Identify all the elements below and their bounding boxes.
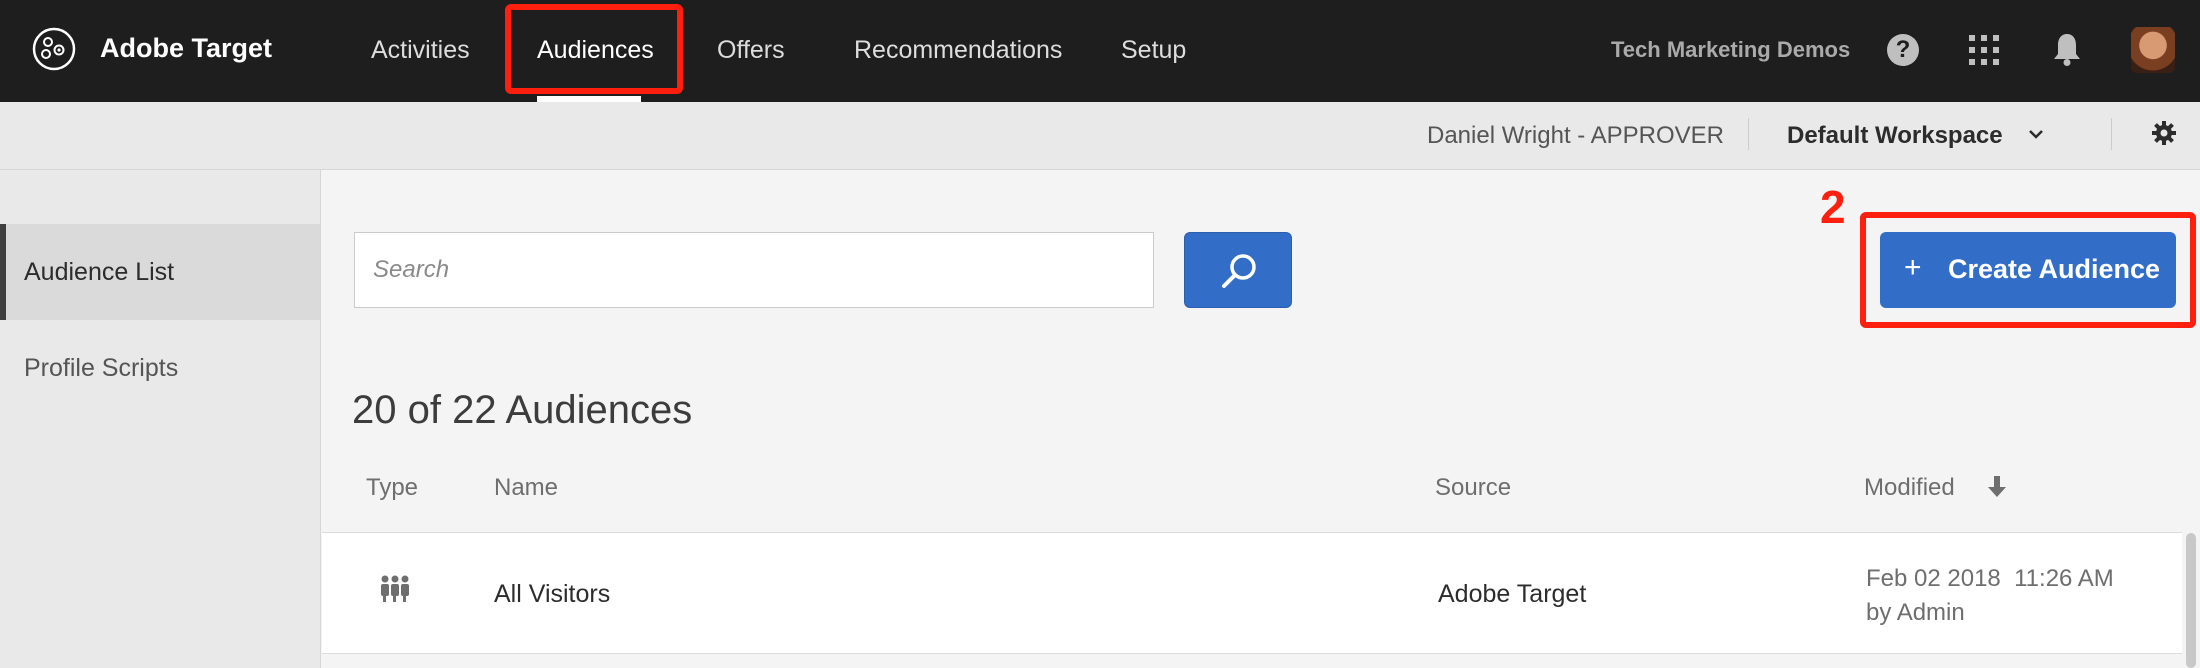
sidebar-item-profile-scripts[interactable]: Profile Scripts [0, 320, 320, 416]
sort-descending-icon[interactable] [1986, 474, 2008, 500]
divider [1748, 118, 1749, 150]
search-button[interactable] [1184, 232, 1292, 308]
nav-activities[interactable]: Activities [371, 36, 470, 65]
plus-icon: + [1904, 251, 1922, 284]
adobe-target-logo-icon [32, 27, 76, 71]
create-audience-button[interactable]: + Create Audience [1880, 232, 2176, 308]
create-audience-label: Create Audience [1948, 254, 2161, 284]
annotation-box-audiences [505, 4, 683, 94]
top-nav-bar: Adobe Target Activities Audiences Offers… [0, 0, 2200, 102]
left-sidebar: Audience List Profile Scripts [0, 170, 321, 668]
chevron-down-icon[interactable] [2028, 128, 2044, 140]
nav-setup[interactable]: Setup [1121, 36, 1186, 65]
gear-icon[interactable] [2151, 120, 2177, 146]
workspace-selector[interactable]: Default Workspace [1787, 122, 2003, 150]
audience-source: Adobe Target [1438, 580, 1587, 608]
annotation-callout-2: 2 [1820, 181, 1846, 233]
column-header-name[interactable]: Name [494, 474, 558, 502]
help-icon[interactable]: ? [1887, 34, 1919, 66]
bell-icon[interactable] [2053, 32, 2081, 66]
org-name[interactable]: Tech Marketing Demos [1611, 37, 1850, 63]
nav-offers[interactable]: Offers [717, 36, 785, 65]
user-avatar[interactable] [2131, 27, 2175, 73]
app-switcher-grid-icon[interactable] [1969, 35, 1999, 65]
audience-modified-date: Feb 02 2018 11:26 AM [1866, 565, 2114, 592]
user-role-label: Daniel Wright - APPROVER [1427, 122, 1724, 149]
audience-name[interactable]: All Visitors [494, 580, 610, 609]
app-title[interactable]: Adobe Target [100, 33, 272, 64]
column-header-source[interactable]: Source [1435, 474, 1511, 502]
search-input[interactable] [354, 232, 1154, 308]
audience-modified-by: by Admin [1866, 599, 1965, 626]
column-header-modified[interactable]: Modified [1864, 474, 1955, 502]
vertical-scrollbar[interactable] [2186, 533, 2196, 668]
nav-recommendations[interactable]: Recommendations [854, 36, 1062, 65]
search-icon [1222, 254, 1256, 288]
audience-count-title: 20 of 22 Audiences [352, 388, 693, 432]
divider [2111, 118, 2112, 150]
column-header-type[interactable]: Type [366, 474, 418, 502]
group-icon [381, 575, 409, 602]
sidebar-item-audience-list[interactable]: Audience List [0, 224, 320, 320]
